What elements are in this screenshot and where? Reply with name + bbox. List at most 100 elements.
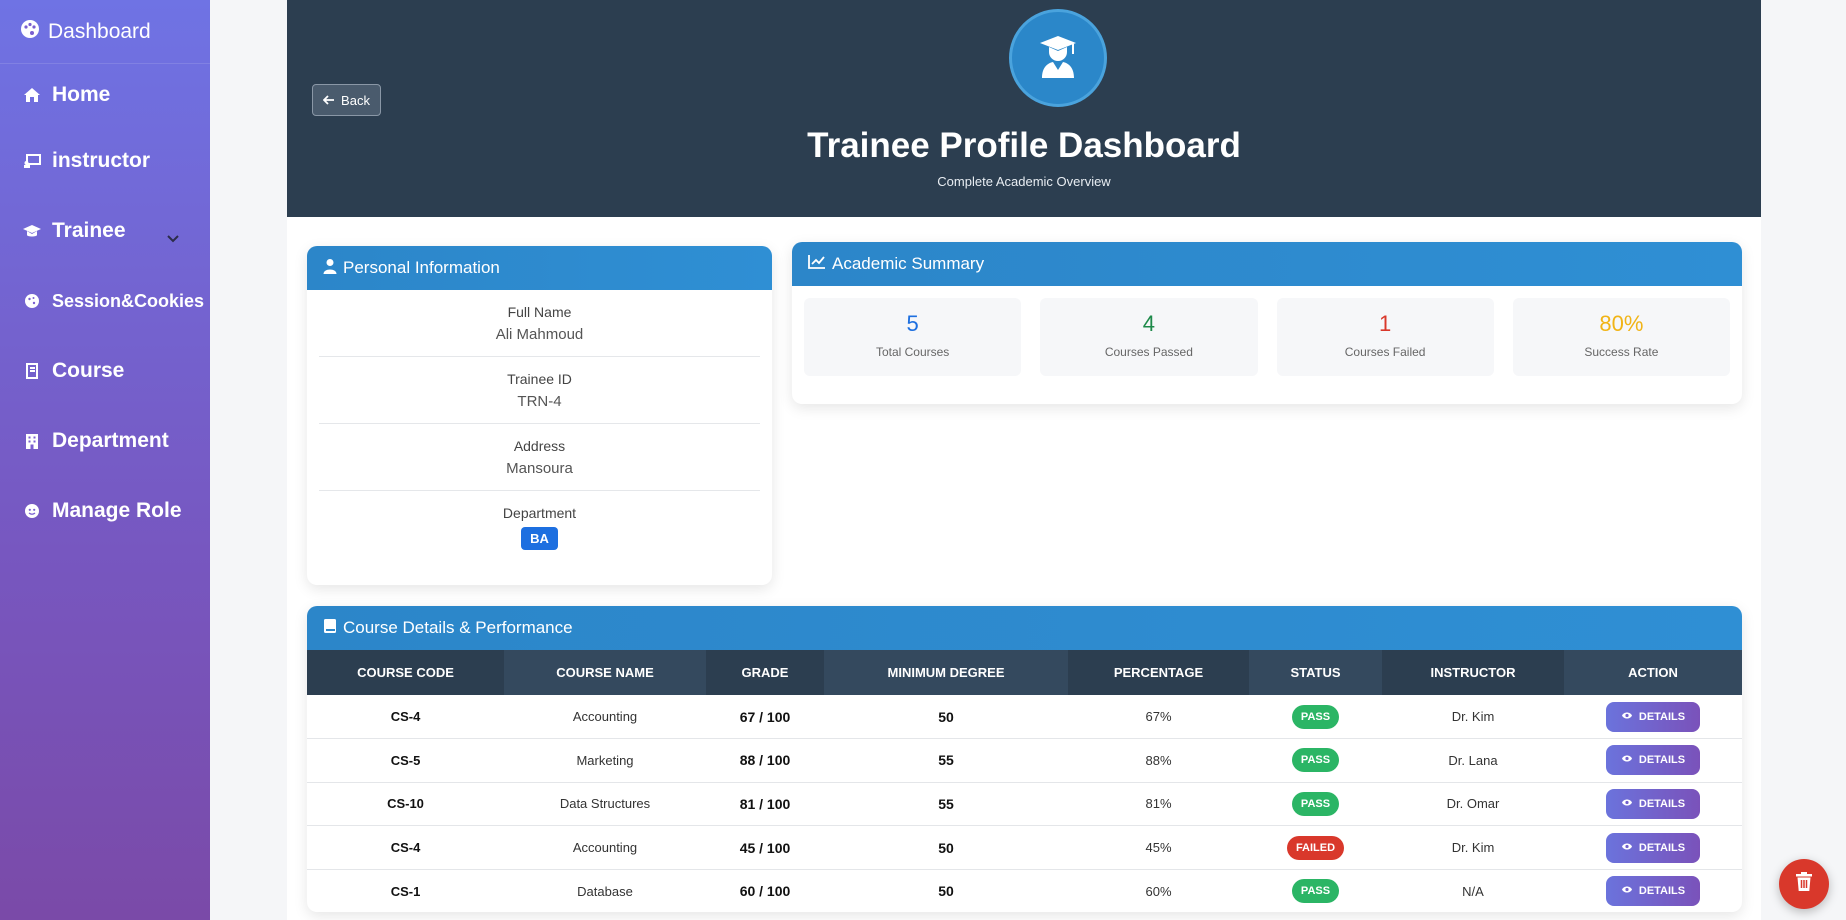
sidebar-item-manage-role[interactable]: Manage Role [0, 476, 210, 546]
course-name-cell: Data Structures [504, 782, 706, 827]
minimum-degree-cell: 55 [824, 738, 1068, 783]
sidebar-item-department[interactable]: Department [0, 406, 210, 476]
full-name-field: Full Name Ali Mahmoud [319, 290, 760, 357]
course-table: COURSE CODE COURSE NAME GRADE MINIMUM DE… [307, 650, 1742, 912]
action-cell: DETAILS [1564, 825, 1742, 870]
delete-button[interactable] [1779, 859, 1829, 909]
grade-cell: 81 / 100 [706, 782, 824, 827]
percentage-cell: 81% [1068, 782, 1249, 827]
personal-information-card: Personal Information Full Name Ali Mahmo… [307, 246, 772, 585]
sidebar-item-home[interactable]: Home [0, 64, 210, 126]
sidebar-item-session-cookies[interactable]: Session&Cookies [0, 266, 210, 336]
sidebar-item-label: Department [52, 429, 169, 452]
details-button[interactable]: DETAILS [1606, 832, 1700, 863]
column-header: STATUS [1249, 650, 1382, 695]
field-label: Department [502, 505, 577, 521]
stat-value: 1 [1379, 311, 1392, 336]
details-button[interactable]: DETAILS [1606, 876, 1700, 907]
user-graduate-icon [1038, 34, 1078, 83]
instructor-cell: Dr. Lana [1382, 738, 1564, 783]
stat-value: 80% [1599, 311, 1644, 336]
card-title: Academic Summary [832, 254, 985, 273]
minimum-degree-cell: 55 [824, 782, 1068, 827]
action-cell: DETAILS [1564, 738, 1742, 783]
percentage-cell: 67% [1068, 695, 1249, 740]
action-cell: DETAILS [1564, 869, 1742, 912]
course-code-cell: CS-4 [307, 695, 504, 740]
book-icon [323, 618, 337, 639]
details-label: DETAILS [1638, 710, 1686, 723]
grade-cell: 67 / 100 [706, 695, 824, 740]
cookie-icon [22, 293, 42, 309]
column-header: ACTION [1564, 650, 1742, 695]
chalkboard-icon [22, 153, 42, 169]
stat-label: Courses Passed [1104, 345, 1193, 359]
eye-icon [1621, 842, 1633, 854]
table-row: CS-4 Accounting 45 / 100 50 45% FAILED Dr. Kim… [307, 825, 1742, 870]
chart-line-icon [808, 254, 826, 274]
card-title: Personal Information [343, 258, 500, 277]
academic-summary-card: Academic Summary 5 Total Courses 4 Cours… [792, 242, 1742, 404]
details-button[interactable]: DETAILS [1606, 701, 1700, 732]
course-code-cell: CS-10 [307, 782, 504, 827]
stat-value: 5 [906, 311, 919, 336]
action-cell: DETAILS [1564, 695, 1742, 740]
user-icon [323, 258, 337, 279]
sidebar: Dashboard Home instructor Trainee Sessio… [0, 0, 210, 920]
book-icon [22, 363, 42, 379]
graduation-cap-icon [22, 223, 42, 239]
eye-icon [1621, 711, 1633, 723]
avatar [1009, 9, 1107, 107]
field-value: Mansoura [506, 460, 573, 477]
user-role-icon [22, 503, 42, 519]
stat-success-rate: 80% Success Rate [1512, 298, 1730, 376]
status-badge: FAILED [1286, 835, 1345, 860]
sidebar-brand[interactable]: Dashboard [0, 0, 210, 64]
sidebar-brand-label: Dashboard [48, 19, 151, 43]
grade-cell: 88 / 100 [706, 738, 824, 783]
stat-courses-failed: 1 Courses Failed [1276, 298, 1494, 376]
column-header: GRADE [706, 650, 824, 695]
table-row: CS-1 Database 60 / 100 50 60% PASS N/A DETAILS [307, 869, 1742, 912]
course-name-cell: Database [504, 869, 706, 912]
field-label: Trainee ID [507, 371, 572, 387]
building-icon [22, 433, 42, 449]
trainee-id-field: Trainee ID TRN-4 [319, 357, 760, 424]
chevron-down-icon[interactable] [166, 226, 180, 250]
page-title: Trainee Profile Dashboard [807, 126, 1241, 165]
eye-icon [1621, 754, 1633, 766]
sidebar-item-label: Trainee [52, 219, 126, 242]
field-label: Full Name [507, 304, 572, 320]
trash-icon [1795, 871, 1813, 897]
sidebar-item-instructor[interactable]: instructor [0, 126, 210, 196]
status-cell: PASS [1249, 695, 1382, 740]
details-label: DETAILS [1638, 754, 1686, 767]
status-badge: PASS [1291, 791, 1340, 816]
status-badge: PASS [1291, 879, 1340, 904]
sidebar-item-trainee[interactable]: Trainee [0, 196, 210, 266]
sidebar-item-label: Session&Cookies [52, 290, 205, 311]
column-header: COURSE NAME [504, 650, 706, 695]
instructor-cell: Dr. Kim [1382, 825, 1564, 870]
back-label: Back [341, 92, 370, 108]
back-button[interactable]: Back [312, 84, 381, 116]
status-cell: PASS [1249, 869, 1382, 912]
details-label: DETAILS [1638, 841, 1686, 854]
stat-label: Courses Failed [1344, 345, 1426, 359]
stat-courses-passed: 4 Courses Passed [1040, 298, 1258, 376]
profile-header: Back Trainee Profile Dashboard Complete … [287, 0, 1761, 217]
sidebar-item-course[interactable]: Course [0, 336, 210, 406]
course-code-cell: CS-5 [307, 738, 504, 783]
column-header: COURSE CODE [307, 650, 504, 695]
arrow-left-icon [322, 93, 335, 108]
course-details-card: Course Details & Performance COURSE CODE… [307, 606, 1742, 912]
details-button[interactable]: DETAILS [1606, 788, 1700, 819]
percentage-cell: 88% [1068, 738, 1249, 783]
table-row: CS-4 Accounting 67 / 100 50 67% PASS Dr. Kim DE… [307, 695, 1742, 740]
percentage-cell: 60% [1068, 869, 1249, 912]
table-row: CS-10 Data Structures 81 / 100 55 81% PASS Dr.… [307, 782, 1742, 827]
main-content: Back Trainee Profile Dashboard Complete … [287, 0, 1761, 920]
course-name-cell: Marketing [504, 738, 706, 783]
page-subtitle: Complete Academic Overview [937, 174, 1111, 189]
details-button[interactable]: DETAILS [1606, 745, 1700, 776]
